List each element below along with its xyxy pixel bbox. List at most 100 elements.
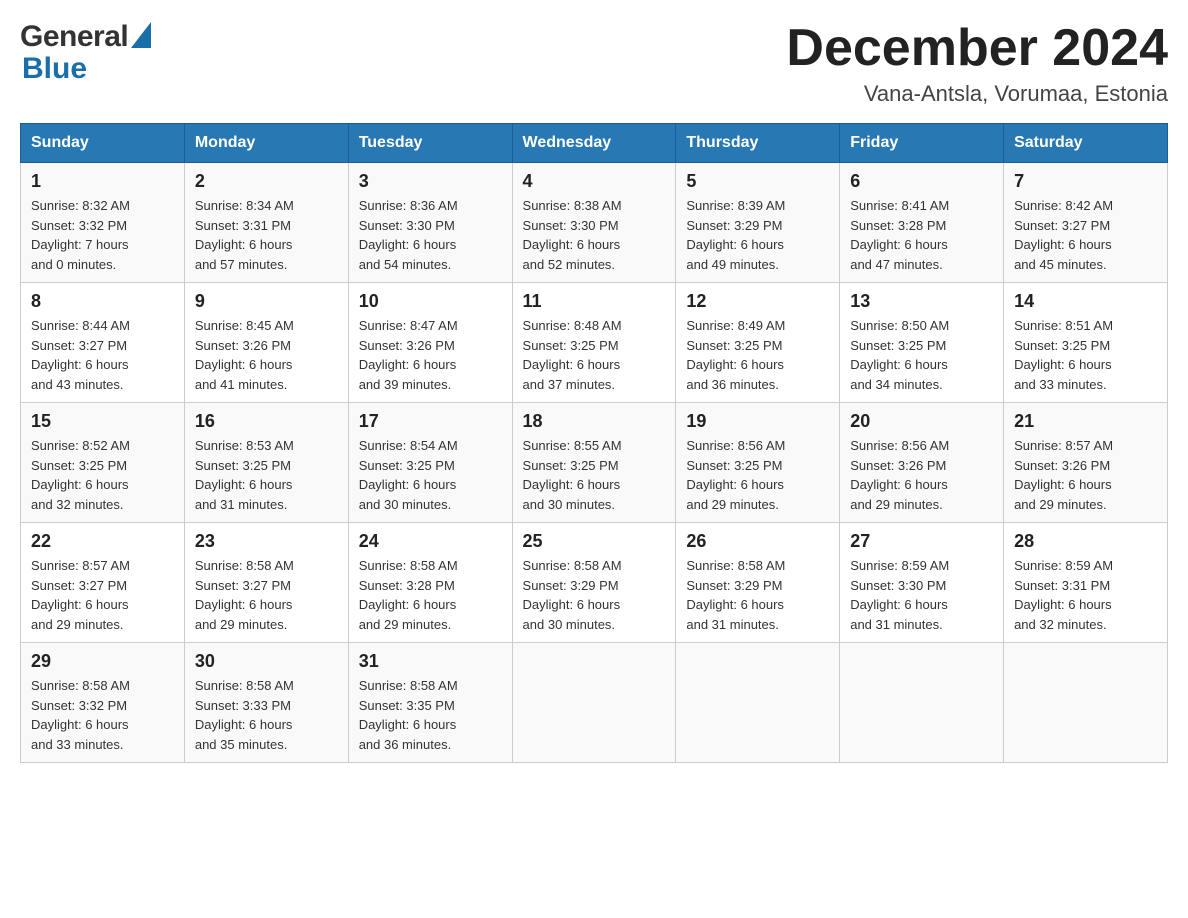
day-number: 13 <box>850 291 993 312</box>
logo-general-text: General <box>20 20 128 54</box>
calendar-table: SundayMondayTuesdayWednesdayThursdayFrid… <box>20 123 1168 763</box>
calendar-cell <box>676 643 840 763</box>
calendar-cell: 30Sunrise: 8:58 AMSunset: 3:33 PMDayligh… <box>184 643 348 763</box>
calendar-week-row: 1 Sunrise: 8:32 AMSunset: 3:32 PMDaylight… <box>21 163 1168 283</box>
weekday-header-tuesday: Tuesday <box>348 124 512 163</box>
weekday-header-friday: Friday <box>840 124 1004 163</box>
calendar-cell: 7 Sunrise: 8:42 AMSunset: 3:27 PMDaylight… <box>1004 163 1168 283</box>
day-number: 28 <box>1014 531 1157 552</box>
title-block: December 2024 Vana-Antsla, Vorumaa, Esto… <box>786 20 1168 107</box>
calendar-cell: 25 Sunrise: 8:58 AMSunset: 3:29 PMDayligh… <box>512 523 676 643</box>
calendar-cell: 28 Sunrise: 8:59 AMSunset: 3:31 PMDayligh… <box>1004 523 1168 643</box>
calendar-header: SundayMondayTuesdayWednesdayThursdayFrid… <box>21 124 1168 163</box>
day-info: Sunrise: 8:42 AMSunset: 3:27 PMDaylight:… <box>1014 196 1157 274</box>
calendar-cell: 13 Sunrise: 8:50 AMSunset: 3:25 PMDayligh… <box>840 283 1004 403</box>
day-info: Sunrise: 8:32 AMSunset: 3:32 PMDaylight:… <box>31 196 174 274</box>
day-info: Sunrise: 8:57 AMSunset: 3:27 PMDaylight:… <box>31 556 174 634</box>
day-number: 5 <box>686 171 829 192</box>
day-info: Sunrise: 8:54 AMSunset: 3:25 PMDaylight:… <box>359 436 502 514</box>
calendar-cell: 9 Sunrise: 8:45 AMSunset: 3:26 PMDaylight… <box>184 283 348 403</box>
calendar-cell <box>512 643 676 763</box>
day-number: 16 <box>195 411 338 432</box>
calendar-cell: 1 Sunrise: 8:32 AMSunset: 3:32 PMDaylight… <box>21 163 185 283</box>
weekday-header-saturday: Saturday <box>1004 124 1168 163</box>
day-number: 25 <box>523 531 666 552</box>
calendar-cell: 17 Sunrise: 8:54 AMSunset: 3:25 PMDayligh… <box>348 403 512 523</box>
day-number: 20 <box>850 411 993 432</box>
day-info: Sunrise: 8:47 AMSunset: 3:26 PMDaylight:… <box>359 316 502 394</box>
day-number: 1 <box>31 171 174 192</box>
weekday-header-monday: Monday <box>184 124 348 163</box>
location-subtitle: Vana-Antsla, Vorumaa, Estonia <box>786 81 1168 107</box>
calendar-cell: 21Sunrise: 8:57 AMSunset: 3:26 PMDayligh… <box>1004 403 1168 523</box>
calendar-cell: 15 Sunrise: 8:52 AMSunset: 3:25 PMDayligh… <box>21 403 185 523</box>
calendar-cell <box>1004 643 1168 763</box>
page-header: General Blue December 2024 Vana-Antsla, … <box>20 20 1168 107</box>
calendar-cell: 20 Sunrise: 8:56 AMSunset: 3:26 PMDayligh… <box>840 403 1004 523</box>
day-info: Sunrise: 8:58 AMSunset: 3:29 PMDaylight:… <box>686 556 829 634</box>
calendar-cell <box>840 643 1004 763</box>
calendar-cell: 23 Sunrise: 8:58 AMSunset: 3:27 PMDayligh… <box>184 523 348 643</box>
day-number: 7 <box>1014 171 1157 192</box>
day-number: 21 <box>1014 411 1157 432</box>
calendar-cell: 2 Sunrise: 8:34 AMSunset: 3:31 PMDaylight… <box>184 163 348 283</box>
weekday-header-sunday: Sunday <box>21 124 185 163</box>
day-info: Sunrise: 8:59 AMSunset: 3:31 PMDaylight:… <box>1014 556 1157 634</box>
day-info: Sunrise: 8:36 AMSunset: 3:30 PMDaylight:… <box>359 196 502 274</box>
day-info: Sunrise: 8:52 AMSunset: 3:25 PMDaylight:… <box>31 436 174 514</box>
day-info: Sunrise: 8:58 AMSunset: 3:27 PMDaylight:… <box>195 556 338 634</box>
day-info: Sunrise: 8:41 AMSunset: 3:28 PMDaylight:… <box>850 196 993 274</box>
calendar-cell: 31Sunrise: 8:58 AMSunset: 3:35 PMDayligh… <box>348 643 512 763</box>
calendar-cell: 10Sunrise: 8:47 AMSunset: 3:26 PMDayligh… <box>348 283 512 403</box>
day-info: Sunrise: 8:34 AMSunset: 3:31 PMDaylight:… <box>195 196 338 274</box>
day-info: Sunrise: 8:39 AMSunset: 3:29 PMDaylight:… <box>686 196 829 274</box>
logo: General Blue <box>20 20 151 84</box>
weekday-header-thursday: Thursday <box>676 124 840 163</box>
calendar-cell: 14Sunrise: 8:51 AMSunset: 3:25 PMDayligh… <box>1004 283 1168 403</box>
day-number: 12 <box>686 291 829 312</box>
month-title: December 2024 <box>786 20 1168 77</box>
day-number: 2 <box>195 171 338 192</box>
calendar-cell: 4Sunrise: 8:38 AMSunset: 3:30 PMDaylight… <box>512 163 676 283</box>
calendar-cell: 5 Sunrise: 8:39 AMSunset: 3:29 PMDaylight… <box>676 163 840 283</box>
day-info: Sunrise: 8:58 AMSunset: 3:29 PMDaylight:… <box>523 556 666 634</box>
day-number: 29 <box>31 651 174 672</box>
calendar-cell: 8 Sunrise: 8:44 AMSunset: 3:27 PMDaylight… <box>21 283 185 403</box>
day-number: 31 <box>359 651 502 672</box>
day-number: 26 <box>686 531 829 552</box>
day-number: 19 <box>686 411 829 432</box>
day-info: Sunrise: 8:56 AMSunset: 3:26 PMDaylight:… <box>850 436 993 514</box>
day-number: 15 <box>31 411 174 432</box>
weekday-header-row: SundayMondayTuesdayWednesdayThursdayFrid… <box>21 124 1168 163</box>
day-number: 30 <box>195 651 338 672</box>
day-info: Sunrise: 8:48 AMSunset: 3:25 PMDaylight:… <box>523 316 666 394</box>
day-info: Sunrise: 8:58 AMSunset: 3:28 PMDaylight:… <box>359 556 502 634</box>
day-number: 8 <box>31 291 174 312</box>
calendar-week-row: 8 Sunrise: 8:44 AMSunset: 3:27 PMDaylight… <box>21 283 1168 403</box>
day-info: Sunrise: 8:55 AMSunset: 3:25 PMDaylight:… <box>523 436 666 514</box>
day-number: 14 <box>1014 291 1157 312</box>
calendar-cell: 22 Sunrise: 8:57 AMSunset: 3:27 PMDayligh… <box>21 523 185 643</box>
day-number: 4 <box>523 171 666 192</box>
day-info: Sunrise: 8:56 AMSunset: 3:25 PMDaylight:… <box>686 436 829 514</box>
day-number: 6 <box>850 171 993 192</box>
calendar-cell: 26 Sunrise: 8:58 AMSunset: 3:29 PMDayligh… <box>676 523 840 643</box>
calendar-cell: 11Sunrise: 8:48 AMSunset: 3:25 PMDayligh… <box>512 283 676 403</box>
calendar-cell: 16Sunrise: 8:53 AMSunset: 3:25 PMDayligh… <box>184 403 348 523</box>
calendar-week-row: 29 Sunrise: 8:58 AMSunset: 3:32 PMDayligh… <box>21 643 1168 763</box>
day-info: Sunrise: 8:44 AMSunset: 3:27 PMDaylight:… <box>31 316 174 394</box>
day-number: 23 <box>195 531 338 552</box>
day-info: Sunrise: 8:59 AMSunset: 3:30 PMDaylight:… <box>850 556 993 634</box>
day-number: 3 <box>359 171 502 192</box>
day-number: 18 <box>523 411 666 432</box>
logo-triangle-icon <box>131 22 151 48</box>
day-info: Sunrise: 8:45 AMSunset: 3:26 PMDaylight:… <box>195 316 338 394</box>
logo-blue-text: Blue <box>22 54 87 84</box>
day-info: Sunrise: 8:50 AMSunset: 3:25 PMDaylight:… <box>850 316 993 394</box>
calendar-cell: 12Sunrise: 8:49 AMSunset: 3:25 PMDayligh… <box>676 283 840 403</box>
day-number: 17 <box>359 411 502 432</box>
day-number: 9 <box>195 291 338 312</box>
calendar-cell: 19 Sunrise: 8:56 AMSunset: 3:25 PMDayligh… <box>676 403 840 523</box>
day-info: Sunrise: 8:58 AMSunset: 3:32 PMDaylight:… <box>31 676 174 754</box>
day-number: 22 <box>31 531 174 552</box>
